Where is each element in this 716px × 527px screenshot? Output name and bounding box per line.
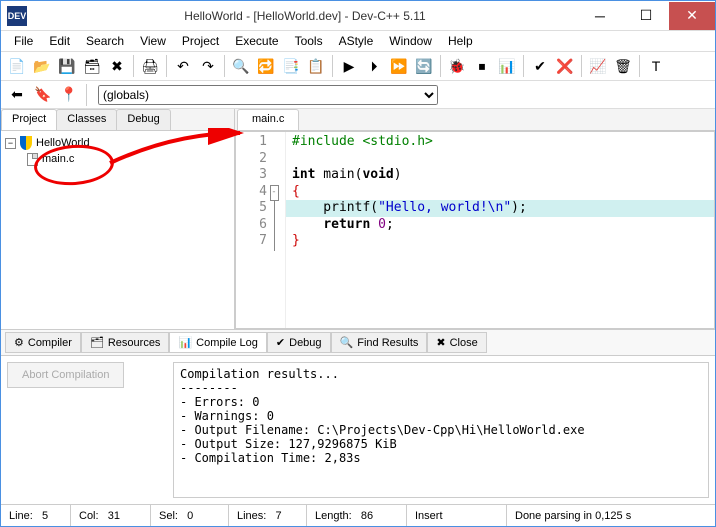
back-button[interactable]: ⬅	[5, 83, 29, 107]
save-all-button[interactable]: 🗃	[80, 54, 104, 78]
bottom-tab-compiler[interactable]: ⚙ Compiler	[5, 332, 81, 353]
editor-tab-main[interactable]: main.c	[237, 109, 299, 130]
menu-astyle[interactable]: AStyle	[332, 32, 381, 50]
find-in-files-button[interactable]: 📑	[279, 54, 303, 78]
close-button[interactable]: ✕	[669, 2, 715, 30]
project-name: HelloWorld	[36, 137, 90, 149]
chart-button[interactable]: 📈	[586, 54, 610, 78]
bottom-tab-close[interactable]: ✖ Close	[427, 332, 486, 353]
shield-icon	[19, 136, 33, 150]
run-button[interactable]: ⏵	[362, 54, 386, 78]
print-button[interactable]: 🖨	[138, 54, 162, 78]
menu-project[interactable]: Project	[175, 32, 226, 50]
bookmark-button[interactable]: 🔖	[31, 83, 55, 107]
tree-expand-icon[interactable]: −	[5, 138, 16, 149]
output-panel: ⚙ Compiler🗂 Resources📊 Compile Log✔ Debu…	[1, 329, 715, 504]
left-tab-debug[interactable]: Debug	[116, 109, 170, 130]
redo-button[interactable]: ↷	[196, 54, 220, 78]
compile-log-output[interactable]: Compilation results... -------- - Errors…	[173, 362, 709, 498]
tree-project-root[interactable]: − HelloWorld	[5, 135, 230, 151]
menu-execute[interactable]: Execute	[228, 32, 285, 50]
parse-status: Done parsing in 0,125 s	[507, 505, 715, 526]
toolbar-nav: ⬅ 🔖 📍 (globals)	[1, 81, 715, 109]
bottom-tab-resources[interactable]: 🗂 Resources	[81, 332, 170, 353]
find-button[interactable]: 🔍	[229, 54, 253, 78]
close-file-button[interactable]: ✖	[105, 54, 129, 78]
new-project-button[interactable]: ✔	[528, 54, 552, 78]
debug-button[interactable]: 🐞	[445, 54, 469, 78]
bottom-tab-debug[interactable]: ✔ Debug	[267, 332, 331, 353]
minimize-button[interactable]: ─	[577, 2, 623, 30]
menu-file[interactable]: File	[7, 32, 40, 50]
menu-search[interactable]: Search	[79, 32, 131, 50]
menu-tools[interactable]: Tools	[288, 32, 330, 50]
file-icon	[25, 152, 39, 166]
delete-button[interactable]: 🗑	[611, 54, 635, 78]
goto-bookmark-button[interactable]: 📍	[57, 83, 81, 107]
new-file-button[interactable]: 📄	[5, 54, 29, 78]
menu-edit[interactable]: Edit	[42, 32, 77, 50]
left-tab-classes[interactable]: Classes	[56, 109, 117, 130]
profile-button[interactable]: 📊	[495, 54, 519, 78]
status-bar: Line: 5 Col: 31 Sel: 0 Lines: 7 Length: …	[1, 504, 715, 526]
maximize-button[interactable]: ☐	[623, 2, 669, 30]
compile-button[interactable]: ▶	[337, 54, 361, 78]
menu-window[interactable]: Window	[382, 32, 439, 50]
toolbar-main: 📄 📂 💾 🗃 ✖ 🖨 ↶ ↷ 🔍 🔁 📑 📋 ▶ ⏵ ⏩ 🔄 🐞 ⏹ 📊 ✔ …	[1, 51, 715, 81]
code-editor[interactable]: 1234567 - #include <stdio.h> int main(vo…	[235, 131, 715, 329]
project-options-button[interactable]: ❌	[553, 54, 577, 78]
editor-tabs: main.c	[235, 109, 715, 131]
more-button[interactable]: T	[644, 54, 668, 78]
window-title: HelloWorld - [HelloWorld.dev] - Dev-C++ …	[33, 9, 577, 23]
bottom-tab-compile-log[interactable]: 📊 Compile Log	[169, 332, 266, 353]
tree-file-item[interactable]: main.c	[25, 151, 230, 167]
project-file-name: main.c	[42, 153, 74, 165]
compile-run-button[interactable]: ⏩	[387, 54, 411, 78]
menu-bar: FileEditSearchViewProjectExecuteToolsASt…	[1, 31, 715, 51]
globals-selector[interactable]: (globals)	[98, 85, 438, 105]
project-panel: ProjectClassesDebug − HelloWorld main.c	[1, 109, 235, 329]
left-tab-project[interactable]: Project	[1, 109, 57, 130]
gutter: 1234567 -	[236, 132, 286, 328]
undo-button[interactable]: ↶	[171, 54, 195, 78]
abort-compilation-button[interactable]: Abort Compilation	[7, 362, 124, 388]
insert-mode: Insert	[407, 505, 507, 526]
project-tree[interactable]: − HelloWorld main.c	[1, 131, 234, 329]
menu-view[interactable]: View	[133, 32, 173, 50]
bottom-tab-find-results[interactable]: 🔍 Find Results	[331, 332, 428, 353]
stop-button[interactable]: ⏹	[470, 54, 494, 78]
open-button[interactable]: 📂	[30, 54, 54, 78]
rebuild-button[interactable]: 🔄	[412, 54, 436, 78]
save-button[interactable]: 💾	[55, 54, 79, 78]
replace-button[interactable]: 🔁	[254, 54, 278, 78]
title-bar: DEV HelloWorld - [HelloWorld.dev] - Dev-…	[1, 1, 715, 31]
app-icon: DEV	[7, 6, 27, 26]
menu-help[interactable]: Help	[441, 32, 480, 50]
goto-button[interactable]: 📋	[304, 54, 328, 78]
